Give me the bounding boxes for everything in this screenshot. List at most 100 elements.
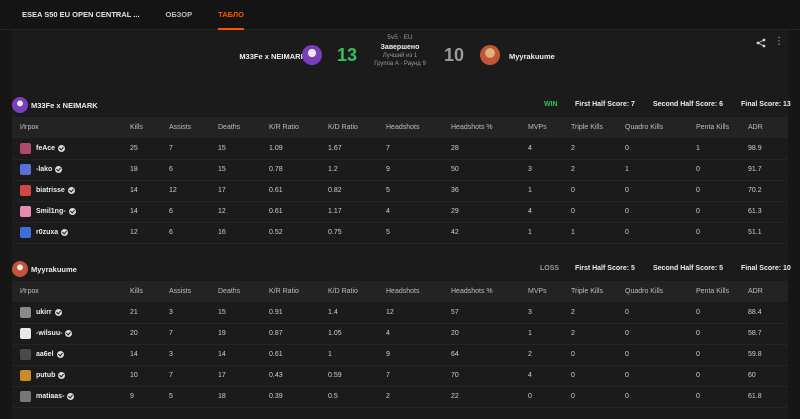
player-avatar[interactable] xyxy=(20,349,31,360)
team1-avatar[interactable] xyxy=(302,45,322,65)
column-header[interactable]: Headshots % xyxy=(451,281,528,302)
stat-cell: 15 xyxy=(218,302,269,324)
player-name[interactable]: r0zuxa xyxy=(36,229,58,236)
player-avatar[interactable] xyxy=(20,306,31,318)
column-header[interactable]: Игрок xyxy=(12,117,130,138)
stat-cell: 9 xyxy=(386,344,451,366)
player-avatar[interactable] xyxy=(20,391,31,402)
column-header[interactable]: MVPs xyxy=(528,117,571,138)
table-row[interactable]: matiaas- 9 5 18 0.39 0.5 2 22 0 0 0 0 61.8 xyxy=(12,386,788,408)
player-name[interactable]: biatrisse xyxy=(36,187,65,194)
column-header[interactable]: Assists xyxy=(169,117,218,138)
second-half-score: Second Half Score: 6 xyxy=(653,101,724,108)
player-avatar[interactable] xyxy=(20,328,31,339)
column-header[interactable]: Kills xyxy=(130,281,169,302)
column-header[interactable]: Headshots xyxy=(386,117,451,138)
player-cell[interactable]: matiaas- xyxy=(12,386,130,408)
column-header[interactable]: MVPs xyxy=(528,281,571,302)
column-header[interactable]: Assists xyxy=(169,281,218,302)
player-cell[interactable]: r0zuxa xyxy=(12,222,130,244)
stat-cell: 91.7 xyxy=(748,159,788,181)
stat-cell: 1.09 xyxy=(269,138,328,160)
table-row[interactable]: -wilsuu- 20 7 19 0.87 1.05 4 20 1 2 0 0 58.7 xyxy=(12,323,788,345)
player-cell[interactable]: -lako xyxy=(12,159,130,181)
table-row[interactable]: -lako 18 6 15 0.78 1.2 9 50 3 2 1 0 91.7 xyxy=(12,159,788,181)
column-header[interactable]: Triple Kills xyxy=(571,281,625,302)
column-header[interactable]: K/D Ratio xyxy=(328,117,386,138)
player-name[interactable]: putub xyxy=(36,372,55,379)
player-cell[interactable]: aa6el xyxy=(12,344,130,366)
team-header: M33Fe x NEIMARK WIN First Half Score: 7 Sec… xyxy=(12,93,791,117)
stat-cell: 61.8 xyxy=(748,386,788,408)
column-header[interactable]: Triple Kills xyxy=(571,117,625,138)
stat-cell: 25 xyxy=(130,138,169,160)
column-header[interactable]: ADR xyxy=(748,281,788,302)
table-row[interactable]: feAce 25 7 15 1.09 1.67 7 28 4 2 0 1 98.9 xyxy=(12,138,788,160)
column-header[interactable]: Penta Kills xyxy=(696,117,748,138)
team-name[interactable]: M33Fe x NEIMARK xyxy=(31,101,98,110)
team-result-badge: WIN xyxy=(544,101,558,108)
player-name[interactable]: -lako xyxy=(36,166,52,173)
team2-scoreboard: Myyrakuume LOSS First Half Score: 5 Second … xyxy=(12,257,791,408)
stat-cell: 70 xyxy=(451,365,528,387)
column-header[interactable]: Quadro Kills xyxy=(625,117,696,138)
player-name[interactable]: feAce xyxy=(36,145,55,152)
tournament-title-tab[interactable]: ESEA S50 EU OPEN CENTRAL ... xyxy=(22,0,140,30)
stat-cell: 19 xyxy=(218,323,269,345)
player-name[interactable]: aa6el xyxy=(36,351,54,358)
kebab-menu-icon[interactable]: ⋮ xyxy=(774,37,784,47)
column-header[interactable]: Headshots % xyxy=(451,117,528,138)
player-name[interactable]: ukirr xyxy=(36,309,52,316)
player-name[interactable]: -wilsuu- xyxy=(36,330,62,337)
column-header[interactable]: K/D Ratio xyxy=(328,281,386,302)
player-cell[interactable]: biatrisse xyxy=(12,180,130,202)
column-header[interactable]: Penta Kills xyxy=(696,281,748,302)
player-cell[interactable]: Smil1ng- xyxy=(12,201,130,223)
team2-name[interactable]: Myyrakuume xyxy=(509,52,555,61)
stat-cell: 18 xyxy=(218,386,269,408)
table-header-row: Игрок Kills Assists Deaths K/R Ratio K/D Rati… xyxy=(12,117,788,138)
column-header[interactable]: Quadro Kills xyxy=(625,281,696,302)
team2-avatar[interactable] xyxy=(480,45,500,65)
team1-name[interactable]: M33Fe x NEIMARK xyxy=(239,52,306,61)
table-row[interactable]: aa6el 14 3 14 0.61 1 9 64 2 0 0 0 59.8 xyxy=(12,344,788,366)
column-header[interactable]: K/R Ratio xyxy=(269,281,328,302)
team-avatar[interactable] xyxy=(12,97,28,113)
column-header[interactable]: Deaths xyxy=(218,117,269,138)
player-cell[interactable]: putub xyxy=(12,365,130,387)
table-row[interactable]: putub 10 7 17 0.43 0.59 7 70 4 0 0 0 60 xyxy=(12,365,788,387)
column-header[interactable]: Deaths xyxy=(218,281,269,302)
stat-cell: 1.05 xyxy=(328,323,386,345)
stat-cell: 1 xyxy=(625,159,696,181)
column-header[interactable]: ADR xyxy=(748,117,788,138)
player-cell[interactable]: -wilsuu- xyxy=(12,323,130,345)
player-stats-table: Игрок Kills Assists Deaths K/R Ratio K/D Rati… xyxy=(12,117,788,244)
tab-scoreboard[interactable]: ТАБЛО xyxy=(218,0,244,30)
player-cell[interactable]: ukirr xyxy=(12,302,130,324)
player-avatar[interactable] xyxy=(20,370,31,381)
column-header[interactable]: K/R Ratio xyxy=(269,117,328,138)
player-name[interactable]: matiaas- xyxy=(36,393,64,400)
column-header[interactable]: Kills xyxy=(130,117,169,138)
player-avatar[interactable] xyxy=(20,227,31,238)
table-row[interactable]: Smil1ng- 14 6 12 0.61 1.17 4 29 4 0 0 0 61.3 xyxy=(12,201,788,223)
player-avatar[interactable] xyxy=(20,185,31,196)
stat-cell: 0 xyxy=(625,302,696,324)
stat-cell: 0 xyxy=(696,344,748,366)
player-name[interactable]: Smil1ng- xyxy=(36,208,66,215)
team-name[interactable]: Myyrakuume xyxy=(31,265,77,274)
player-avatar[interactable] xyxy=(20,142,31,154)
column-header[interactable]: Игрок xyxy=(12,281,130,302)
team-avatar[interactable] xyxy=(12,261,28,277)
player-cell[interactable]: feAce xyxy=(12,138,130,160)
tab-overview[interactable]: ОБЗОР xyxy=(166,0,193,30)
table-row[interactable]: biatrisse 14 12 17 0.61 0.82 5 36 1 0 0 0 70.2 xyxy=(12,180,788,202)
stat-cell: 3 xyxy=(169,344,218,366)
match-header: M33Fe x NEIMARK 13 5v5 · EU Завершено Лу… xyxy=(12,30,788,88)
share-icon[interactable] xyxy=(756,38,766,48)
player-avatar[interactable] xyxy=(20,206,31,217)
table-row[interactable]: r0zuxa 12 6 16 0.52 0.75 5 42 1 1 0 0 51.1 xyxy=(12,222,788,244)
column-header[interactable]: Headshots xyxy=(386,281,451,302)
table-row[interactable]: ukirr 21 3 15 0.91 1.4 12 57 3 2 0 0 88.4 xyxy=(12,302,788,324)
player-avatar[interactable] xyxy=(20,164,31,175)
